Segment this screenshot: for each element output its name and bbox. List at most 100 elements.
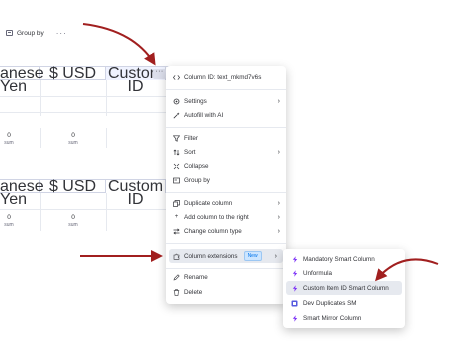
menu-item-label: Column extensions bbox=[184, 252, 238, 260]
chevron-right-icon: › bbox=[277, 97, 280, 105]
plus-icon: + bbox=[174, 214, 179, 220]
column-divider bbox=[106, 193, 107, 231]
column-divider bbox=[40, 128, 41, 148]
menu-item-delete[interactable]: Delete bbox=[166, 285, 286, 299]
sum-label: sum bbox=[68, 221, 78, 228]
filter-icon bbox=[173, 134, 180, 142]
menu-divider bbox=[166, 268, 286, 269]
sum-value: 0 bbox=[7, 214, 11, 221]
column-header-custom-id[interactable]: Custom ID bbox=[106, 179, 166, 208]
new-badge: New bbox=[243, 251, 262, 261]
column-extensions-submenu: Mandatory Smart Column Unformula Custom … bbox=[283, 249, 405, 328]
group-by-button[interactable]: Group by bbox=[17, 30, 44, 37]
menu-item-add-column-right[interactable]: + Add column to the right › bbox=[166, 210, 286, 224]
sum-label: sum bbox=[4, 139, 14, 146]
submenu-item-dev-duplicates-sm[interactable]: Dev Duplicates SM bbox=[286, 296, 402, 310]
app-icon bbox=[291, 300, 298, 307]
menu-item-label: Group by bbox=[184, 176, 210, 184]
trash-icon bbox=[173, 288, 180, 296]
menu-item-label: Column ID: text_mkmd7v6s bbox=[184, 73, 262, 81]
menu-item-label: Add column to the right bbox=[184, 213, 249, 221]
swap-icon bbox=[173, 228, 180, 235]
group-by-icon bbox=[173, 177, 180, 184]
submenu-item-custom-item-id-smart-column[interactable]: Custom Item ID Smart Column bbox=[286, 281, 402, 295]
lightning-icon bbox=[291, 255, 298, 263]
lightning-icon bbox=[291, 269, 298, 277]
annotation-arrow-more-button bbox=[82, 23, 156, 66]
menu-item-label: Duplicate column bbox=[184, 199, 233, 207]
table-row[interactable] bbox=[0, 97, 167, 113]
column-header-japanese-yen[interactable]: anese Yen bbox=[0, 179, 44, 208]
table-row[interactable] bbox=[0, 81, 167, 97]
puzzle-icon bbox=[173, 253, 180, 260]
column-divider bbox=[40, 80, 41, 116]
column-header-usd[interactable]: $ USD bbox=[40, 179, 106, 195]
menu-item-autofill-ai[interactable]: Autofill with AI bbox=[166, 108, 286, 122]
submenu-item-unformula[interactable]: Unformula bbox=[286, 266, 402, 280]
toolbar-more-button[interactable]: ··· bbox=[56, 29, 67, 38]
menu-item-label: Filter bbox=[184, 134, 198, 142]
menu-item-settings[interactable]: Settings › bbox=[166, 94, 286, 108]
table-row[interactable] bbox=[0, 194, 167, 210]
submenu-item-mandatory-smart-column[interactable]: Mandatory Smart Column bbox=[286, 252, 402, 266]
menu-divider bbox=[166, 127, 286, 128]
menu-item-column-id[interactable]: Column ID: text_mkmd7v6s bbox=[166, 70, 286, 84]
pencil-icon bbox=[173, 273, 180, 281]
sum-cell-usd: 0 sum bbox=[66, 132, 80, 146]
submenu-item-smart-mirror-column[interactable]: Smart Mirror Column bbox=[286, 311, 402, 325]
chevron-right-icon: › bbox=[277, 199, 280, 207]
column-header-japanese-yen[interactable]: anese Yen bbox=[0, 66, 44, 95]
menu-item-label: Sort bbox=[184, 148, 196, 156]
menu-item-filter[interactable]: Filter bbox=[166, 131, 286, 145]
chevron-right-icon: › bbox=[277, 148, 280, 156]
collapse-icon bbox=[173, 163, 180, 170]
menu-item-label: Rename bbox=[184, 273, 208, 281]
sum-cell-yen: 0 sum bbox=[2, 132, 16, 146]
menu-item-rename[interactable]: Rename bbox=[166, 270, 286, 284]
column-more-button[interactable]: ··· bbox=[153, 68, 166, 79]
menu-divider bbox=[166, 192, 286, 193]
menu-item-collapse[interactable]: Collapse bbox=[166, 159, 286, 173]
menu-item-label: Settings bbox=[184, 97, 207, 105]
sum-cell-yen: 0 sum bbox=[2, 214, 16, 228]
chevron-right-icon: › bbox=[277, 213, 280, 221]
column-context-menu: Column ID: text_mkmd7v6s Settings › Auto… bbox=[166, 66, 286, 304]
menu-item-label: Change column type bbox=[184, 227, 242, 235]
lightning-icon bbox=[291, 314, 298, 322]
submenu-item-label: Smart Mirror Column bbox=[303, 314, 362, 322]
menu-divider bbox=[166, 89, 286, 90]
submenu-item-label: Unformula bbox=[303, 269, 333, 277]
sum-value: 0 bbox=[71, 132, 75, 139]
sort-icon bbox=[173, 149, 180, 156]
sum-value: 0 bbox=[7, 132, 11, 139]
group-by-icon bbox=[6, 30, 13, 36]
magic-wand-icon bbox=[173, 112, 180, 119]
menu-item-change-column-type[interactable]: Change column type › bbox=[166, 224, 286, 238]
column-header-usd[interactable]: $ USD bbox=[40, 66, 106, 82]
gear-icon bbox=[173, 98, 180, 105]
lightning-icon bbox=[291, 284, 298, 292]
chevron-right-icon: › bbox=[277, 227, 280, 235]
sum-value: 0 bbox=[71, 214, 75, 221]
duplicate-icon bbox=[173, 199, 180, 207]
menu-item-label: Collapse bbox=[184, 162, 209, 170]
chevron-right-icon: › bbox=[274, 252, 277, 260]
menu-item-column-extensions[interactable]: Column extensions New › bbox=[169, 249, 283, 263]
menu-item-group-by[interactable]: Group by bbox=[166, 173, 286, 187]
column-divider bbox=[106, 128, 107, 148]
menu-divider bbox=[166, 243, 286, 244]
column-divider bbox=[40, 193, 41, 231]
submenu-item-label: Dev Duplicates SM bbox=[303, 299, 357, 307]
board-toolbar: Group by ··· bbox=[0, 24, 67, 42]
code-icon bbox=[173, 74, 180, 81]
menu-item-label: Delete bbox=[184, 288, 203, 296]
sum-cell-usd: 0 sum bbox=[66, 214, 80, 228]
menu-item-duplicate-column[interactable]: Duplicate column › bbox=[166, 196, 286, 210]
submenu-item-label: Mandatory Smart Column bbox=[303, 255, 375, 263]
sum-label: sum bbox=[4, 221, 14, 228]
sum-label: sum bbox=[68, 139, 78, 146]
menu-item-sort[interactable]: Sort › bbox=[166, 145, 286, 159]
column-divider bbox=[106, 80, 107, 116]
submenu-item-label: Custom Item ID Smart Column bbox=[303, 284, 389, 292]
menu-item-label: Autofill with AI bbox=[184, 111, 224, 119]
